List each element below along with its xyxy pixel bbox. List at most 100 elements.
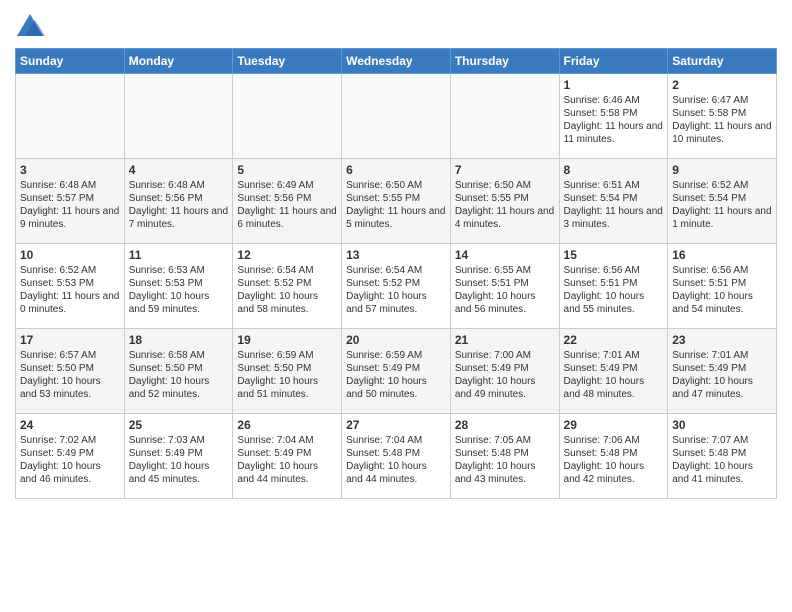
day-number: 25 [129, 418, 229, 432]
cell-text: Sunrise: 6:54 AM [346, 264, 446, 277]
day-number: 28 [455, 418, 555, 432]
calendar-cell: 16Sunrise: 6:56 AMSunset: 5:51 PMDayligh… [668, 244, 777, 329]
day-number: 5 [237, 163, 337, 177]
day-number: 4 [129, 163, 229, 177]
day-number: 1 [564, 78, 664, 92]
cell-text: Daylight: 10 hours and 50 minutes. [346, 375, 446, 401]
cell-text: Sunset: 5:55 PM [346, 192, 446, 205]
cell-text: Daylight: 10 hours and 52 minutes. [129, 375, 229, 401]
calendar-cell: 2Sunrise: 6:47 AMSunset: 5:58 PMDaylight… [668, 74, 777, 159]
calendar-cell: 24Sunrise: 7:02 AMSunset: 5:49 PMDayligh… [16, 414, 125, 499]
cell-text: Sunset: 5:54 PM [672, 192, 772, 205]
cell-text: Daylight: 10 hours and 44 minutes. [346, 460, 446, 486]
day-number: 8 [564, 163, 664, 177]
cell-text: Sunrise: 6:59 AM [346, 349, 446, 362]
calendar-cell: 10Sunrise: 6:52 AMSunset: 5:53 PMDayligh… [16, 244, 125, 329]
cell-text: Daylight: 10 hours and 59 minutes. [129, 290, 229, 316]
calendar-cell: 25 Sunrise: 7:03 AMSunset: 5:49 PMDayligh… [124, 414, 233, 499]
calendar-cell: 1Sunrise: 6:46 AMSunset: 5:58 PMDaylight… [559, 74, 668, 159]
calendar-table: SundayMondayTuesdayWednesdayThursdayFrid… [15, 48, 777, 499]
cell-text: Daylight: 10 hours and 54 minutes. [672, 290, 772, 316]
logo-icon [15, 10, 45, 40]
cell-text: Sunrise: 6:54 AM [237, 264, 337, 277]
cell-text: Sunset: 5:58 PM [672, 107, 772, 120]
day-number: 29 [564, 418, 664, 432]
header-row: SundayMondayTuesdayWednesdayThursdayFrid… [16, 49, 777, 74]
calendar-cell: 3Sunrise: 6:48 AMSunset: 5:57 PMDaylight… [16, 159, 125, 244]
calendar-header: SundayMondayTuesdayWednesdayThursdayFrid… [16, 49, 777, 74]
cell-text: Sunset: 5:52 PM [237, 277, 337, 290]
calendar-cell: 11 Sunrise: 6:53 AMSunset: 5:53 PMDayligh… [124, 244, 233, 329]
calendar-cell [450, 74, 559, 159]
day-number: 9 [672, 163, 772, 177]
cell-text: Sunrise: 6:55 AM [455, 264, 555, 277]
header-monday: Monday [124, 49, 233, 74]
day-number: 23 [672, 333, 772, 347]
day-number: 12 [237, 248, 337, 262]
cell-text: Daylight: 10 hours and 51 minutes. [237, 375, 337, 401]
day-number: 11 [129, 248, 229, 262]
day-number: 30 [672, 418, 772, 432]
cell-text: Sunset: 5:48 PM [455, 447, 555, 460]
cell-text: Sunrise: 7:03 AM [129, 434, 229, 447]
cell-text: Sunset: 5:50 PM [129, 362, 229, 375]
calendar-cell: 21Sunrise: 7:00 AMSunset: 5:49 PMDayligh… [450, 329, 559, 414]
cell-text: Sunset: 5:49 PM [20, 447, 120, 460]
day-number: 27 [346, 418, 446, 432]
calendar-cell: 8Sunrise: 6:51 AMSunset: 5:54 PMDaylight… [559, 159, 668, 244]
week-row-5: 24Sunrise: 7:02 AMSunset: 5:49 PMDayligh… [16, 414, 777, 499]
header-saturday: Saturday [668, 49, 777, 74]
calendar-cell: 26Sunrise: 7:04 AMSunset: 5:49 PMDayligh… [233, 414, 342, 499]
calendar-cell: 29Sunrise: 7:06 AMSunset: 5:48 PMDayligh… [559, 414, 668, 499]
day-number: 20 [346, 333, 446, 347]
cell-text: Daylight: 10 hours and 58 minutes. [237, 290, 337, 316]
cell-text: Daylight: 11 hours and 6 minutes. [237, 205, 337, 231]
week-row-3: 10Sunrise: 6:52 AMSunset: 5:53 PMDayligh… [16, 244, 777, 329]
cell-text: Sunset: 5:48 PM [672, 447, 772, 460]
cell-text: Sunrise: 6:52 AM [672, 179, 772, 192]
calendar-cell: 18Sunrise: 6:58 AMSunset: 5:50 PMDayligh… [124, 329, 233, 414]
cell-text: Sunrise: 6:58 AM [129, 349, 229, 362]
calendar-cell: 27Sunrise: 7:04 AMSunset: 5:48 PMDayligh… [342, 414, 451, 499]
cell-text: Daylight: 10 hours and 45 minutes. [129, 460, 229, 486]
cell-text: Sunset: 5:51 PM [672, 277, 772, 290]
cell-text: Daylight: 10 hours and 42 minutes. [564, 460, 664, 486]
calendar-cell: 9Sunrise: 6:52 AMSunset: 5:54 PMDaylight… [668, 159, 777, 244]
cell-text: Sunrise: 6:49 AM [237, 179, 337, 192]
cell-text: Daylight: 11 hours and 4 minutes. [455, 205, 555, 231]
cell-text: Sunset: 5:53 PM [129, 277, 229, 290]
day-number: 13 [346, 248, 446, 262]
calendar-cell: 5Sunrise: 6:49 AMSunset: 5:56 PMDaylight… [233, 159, 342, 244]
calendar-cell: 28Sunrise: 7:05 AMSunset: 5:48 PMDayligh… [450, 414, 559, 499]
day-number: 10 [20, 248, 120, 262]
cell-text: Sunset: 5:49 PM [129, 447, 229, 460]
cell-text: Daylight: 11 hours and 7 minutes. [129, 205, 229, 231]
cell-text: Daylight: 11 hours and 5 minutes. [346, 205, 446, 231]
cell-text: Daylight: 10 hours and 56 minutes. [455, 290, 555, 316]
cell-text: Sunrise: 7:07 AM [672, 434, 772, 447]
calendar-cell: 4Sunrise: 6:48 AMSunset: 5:56 PMDaylight… [124, 159, 233, 244]
cell-text: Sunrise: 6:53 AM [129, 264, 229, 277]
cell-text: Sunrise: 6:50 AM [455, 179, 555, 192]
cell-text: Sunset: 5:53 PM [20, 277, 120, 290]
cell-text: Daylight: 10 hours and 48 minutes. [564, 375, 664, 401]
cell-text: Daylight: 10 hours and 44 minutes. [237, 460, 337, 486]
cell-text: Daylight: 11 hours and 9 minutes. [20, 205, 120, 231]
cell-text: Sunrise: 7:06 AM [564, 434, 664, 447]
cell-text: Sunrise: 7:01 AM [564, 349, 664, 362]
cell-text: Sunset: 5:58 PM [564, 107, 664, 120]
cell-text: Sunset: 5:49 PM [672, 362, 772, 375]
cell-text: Daylight: 11 hours and 10 minutes. [672, 120, 772, 146]
cell-text: Sunrise: 6:50 AM [346, 179, 446, 192]
calendar-cell [233, 74, 342, 159]
calendar-cell [342, 74, 451, 159]
cell-text: Sunset: 5:54 PM [564, 192, 664, 205]
cell-text: Sunrise: 6:59 AM [237, 349, 337, 362]
calendar-cell: 12 Sunrise: 6:54 AMSunset: 5:52 PMDayligh… [233, 244, 342, 329]
cell-text: Sunrise: 7:05 AM [455, 434, 555, 447]
week-row-1: 1Sunrise: 6:46 AMSunset: 5:58 PMDaylight… [16, 74, 777, 159]
day-number: 15 [564, 248, 664, 262]
logo [15, 10, 49, 40]
day-number: 6 [346, 163, 446, 177]
day-number: 24 [20, 418, 120, 432]
